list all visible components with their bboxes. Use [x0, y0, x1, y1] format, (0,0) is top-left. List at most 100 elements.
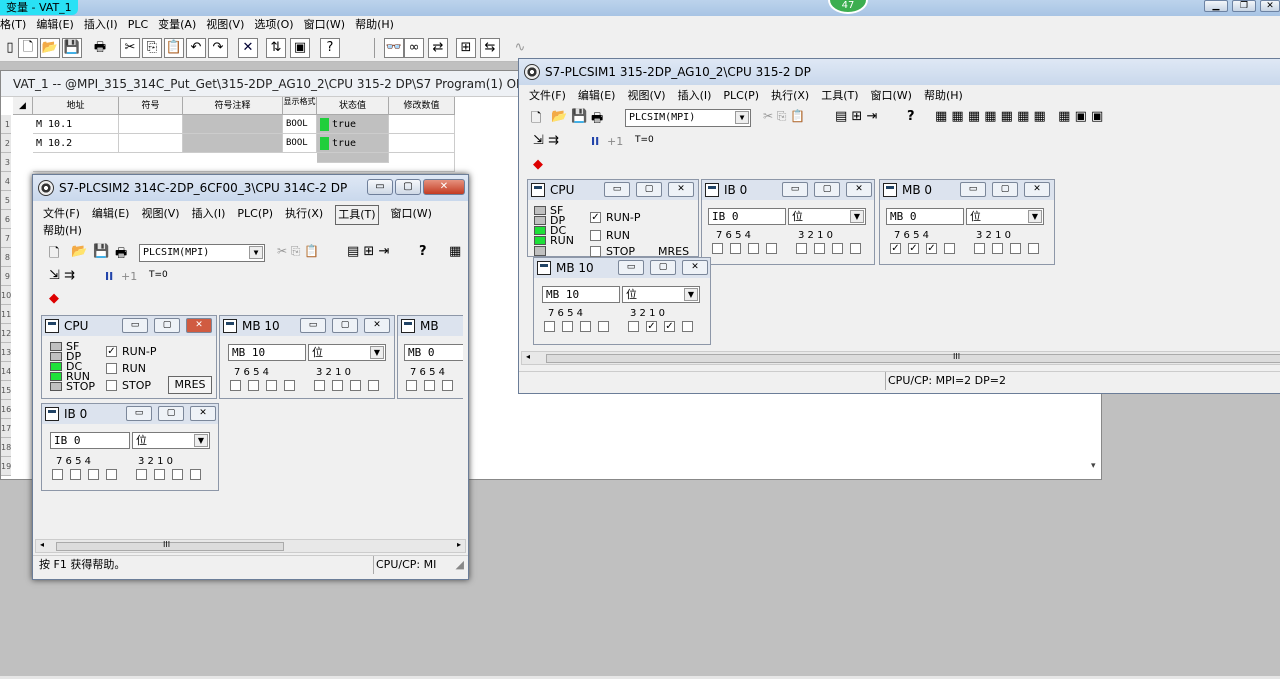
menu-item[interactable]: 编辑(E) [578, 87, 616, 105]
scroll-left-icon[interactable]: ◂ [526, 352, 530, 361]
redo-icon[interactable]: ↷ [208, 38, 228, 58]
bit-checkbox[interactable]: ✓ [908, 243, 919, 254]
column-header[interactable]: 修改数值 [389, 97, 455, 115]
bit-checkbox[interactable] [944, 243, 955, 254]
print-icon[interactable]: 🖶 [591, 109, 603, 131]
row-number[interactable]: 3 [1, 153, 11, 172]
maximize-icon[interactable]: ▢ [154, 318, 180, 333]
mres-button[interactable]: MRES [658, 246, 698, 257]
chevron-down-icon[interactable]: ▼ [1028, 210, 1042, 223]
undo-icon[interactable]: ↶ [186, 38, 206, 58]
insert-modules-icons[interactable]: ▤ ⊞ ⇥ [347, 244, 389, 259]
close-icon[interactable]: ✕ [1260, 0, 1280, 12]
bit-checkbox[interactable] [70, 469, 81, 480]
menu-item[interactable]: 插入(I) [84, 16, 118, 34]
mb0-address-input[interactable]: MB 0 [886, 208, 964, 225]
bit-checkbox[interactable] [1010, 243, 1021, 254]
plus-one-button[interactable]: +1 [607, 135, 623, 148]
close-icon[interactable]: ✕ [190, 406, 216, 421]
bit-checkbox[interactable]: ✓ [646, 321, 657, 332]
mb10-address-input[interactable]: MB 10 [542, 286, 620, 303]
t0-button[interactable]: T=0 [149, 270, 168, 280]
horizontal-scrollbar[interactable]: ◂ III [521, 351, 1280, 365]
maximize-icon[interactable]: ▢ [650, 260, 676, 275]
save-icon[interactable]: 💾 [93, 244, 109, 259]
table-cell-symbol[interactable] [119, 115, 183, 134]
mb10-format-select[interactable]: 位 ▼ [308, 344, 386, 361]
paste-icon[interactable]: 📋 [164, 38, 184, 58]
close-icon[interactable]: ✕ [668, 182, 694, 197]
minimize-icon[interactable]: ▭ [300, 318, 326, 333]
minimize-icon[interactable]: ▭ [960, 182, 986, 197]
menu-item[interactable]: 执行(X) [771, 87, 809, 105]
modify-icon[interactable]: ⇄ [428, 38, 448, 58]
monitor-icon[interactable]: ▣ [290, 38, 310, 58]
bit-checkbox[interactable] [350, 380, 361, 391]
menu-item[interactable]: 格(T) [0, 16, 26, 34]
table-cell-address[interactable]: M 10.1 [33, 115, 119, 134]
bit-checkbox[interactable] [284, 380, 295, 391]
row-number[interactable]: 7 [1, 229, 11, 248]
bit-checkbox[interactable] [442, 380, 453, 391]
row-number[interactable]: 10 [1, 286, 11, 305]
bit-checkbox[interactable] [832, 243, 843, 254]
row-number[interactable]: 16 [1, 400, 11, 419]
close-icon[interactable]: ✕ [423, 179, 465, 195]
menu-item[interactable]: 帮助(H) [43, 222, 82, 240]
mb0-address-input[interactable]: MB 0 [404, 344, 463, 361]
chevron-down-icon[interactable]: ▼ [850, 210, 864, 223]
row-number[interactable]: 8 [1, 248, 11, 267]
row-number[interactable]: 17 [1, 419, 11, 438]
menu-item[interactable]: 帮助(H) [355, 16, 394, 34]
maximize-icon[interactable]: ▢ [814, 182, 840, 197]
maximize-icon[interactable]: ▢ [332, 318, 358, 333]
bit-checkbox[interactable] [154, 469, 165, 480]
bit-checkbox[interactable] [730, 243, 741, 254]
stop-checkbox[interactable] [106, 380, 117, 391]
minimize-icon[interactable]: ▭ [618, 260, 644, 275]
bit-checkbox[interactable] [766, 243, 777, 254]
plus-one-button[interactable]: +1 [121, 270, 137, 283]
ib0-format-select[interactable]: 位 ▼ [788, 208, 866, 225]
table-cell-modify[interactable] [389, 115, 455, 134]
mb10-address-input[interactable]: MB 10 [228, 344, 306, 361]
bit-checkbox[interactable] [52, 469, 63, 480]
chevron-down-icon[interactable]: ▼ [684, 288, 698, 301]
bit-checkbox[interactable] [314, 380, 325, 391]
bit-checkbox[interactable] [544, 321, 555, 332]
bit-checkbox[interactable]: ✓ [664, 321, 675, 332]
copy-icon[interactable]: ⎘ [142, 38, 162, 58]
bit-checkbox[interactable] [850, 243, 861, 254]
resize-grip-icon[interactable]: ◢ [456, 556, 464, 574]
menu-item[interactable]: 帮助(H) [924, 87, 963, 105]
row-number[interactable]: 1 [1, 115, 11, 134]
new-icon[interactable]: 🗋 [18, 38, 38, 58]
maximize-icon[interactable]: ▢ [992, 182, 1018, 197]
minimize-icon[interactable]: ▭ [782, 182, 808, 197]
row-number[interactable]: 13 [1, 343, 11, 362]
maximize-icon[interactable]: ▢ [636, 182, 662, 197]
column-header[interactable]: 地址 [33, 97, 119, 115]
ib0-address-input[interactable]: IB 0 [50, 432, 130, 449]
column-header[interactable]: 显示格式 [283, 97, 317, 115]
menu-item[interactable]: PLC(P) [723, 87, 759, 105]
open-icon[interactable]: 📂 [40, 38, 60, 58]
new-icon[interactable]: 🗋 [49, 244, 59, 266]
restore-icon[interactable]: ❐ [1232, 0, 1256, 12]
row-number[interactable]: 12 [1, 324, 11, 343]
bit-checkbox[interactable] [796, 243, 807, 254]
table-cell-modify[interactable] [389, 134, 455, 153]
bit-checkbox[interactable] [748, 243, 759, 254]
bit-checkbox[interactable] [332, 380, 343, 391]
bit-checkbox[interactable] [266, 380, 277, 391]
close-icon[interactable]: ✕ [186, 318, 212, 333]
menu-item[interactable]: 视图(V) [206, 16, 244, 34]
bit-checkbox[interactable] [406, 380, 417, 391]
print-icon[interactable]: 🖶 [115, 244, 127, 266]
grid-icon[interactable]: ▯ [0, 38, 20, 58]
menu-item[interactable]: 选项(O) [254, 16, 293, 34]
scroll-down-icon[interactable]: ▾ [1091, 461, 1096, 471]
bit-checkbox[interactable] [598, 321, 609, 332]
pause-icon[interactable]: II [591, 135, 599, 148]
table-cell-format[interactable]: BOOL [283, 115, 317, 134]
